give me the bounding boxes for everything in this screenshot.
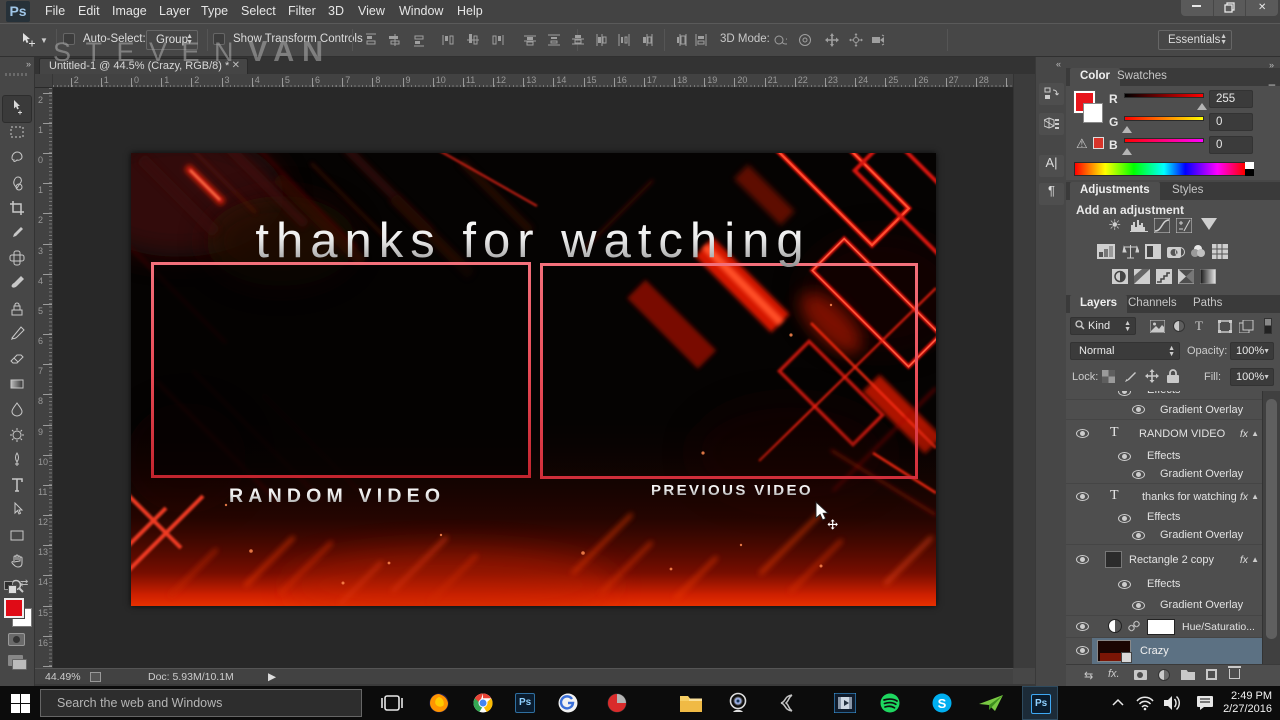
svg-text:S: S (938, 696, 947, 711)
svg-text:thanks for watching: thanks for watching (255, 214, 810, 268)
svg-text:RANDOM VIDEO: RANDOM VIDEO (229, 485, 445, 507)
svg-text:PREVIOUS VIDEO: PREVIOUS VIDEO (651, 482, 813, 499)
